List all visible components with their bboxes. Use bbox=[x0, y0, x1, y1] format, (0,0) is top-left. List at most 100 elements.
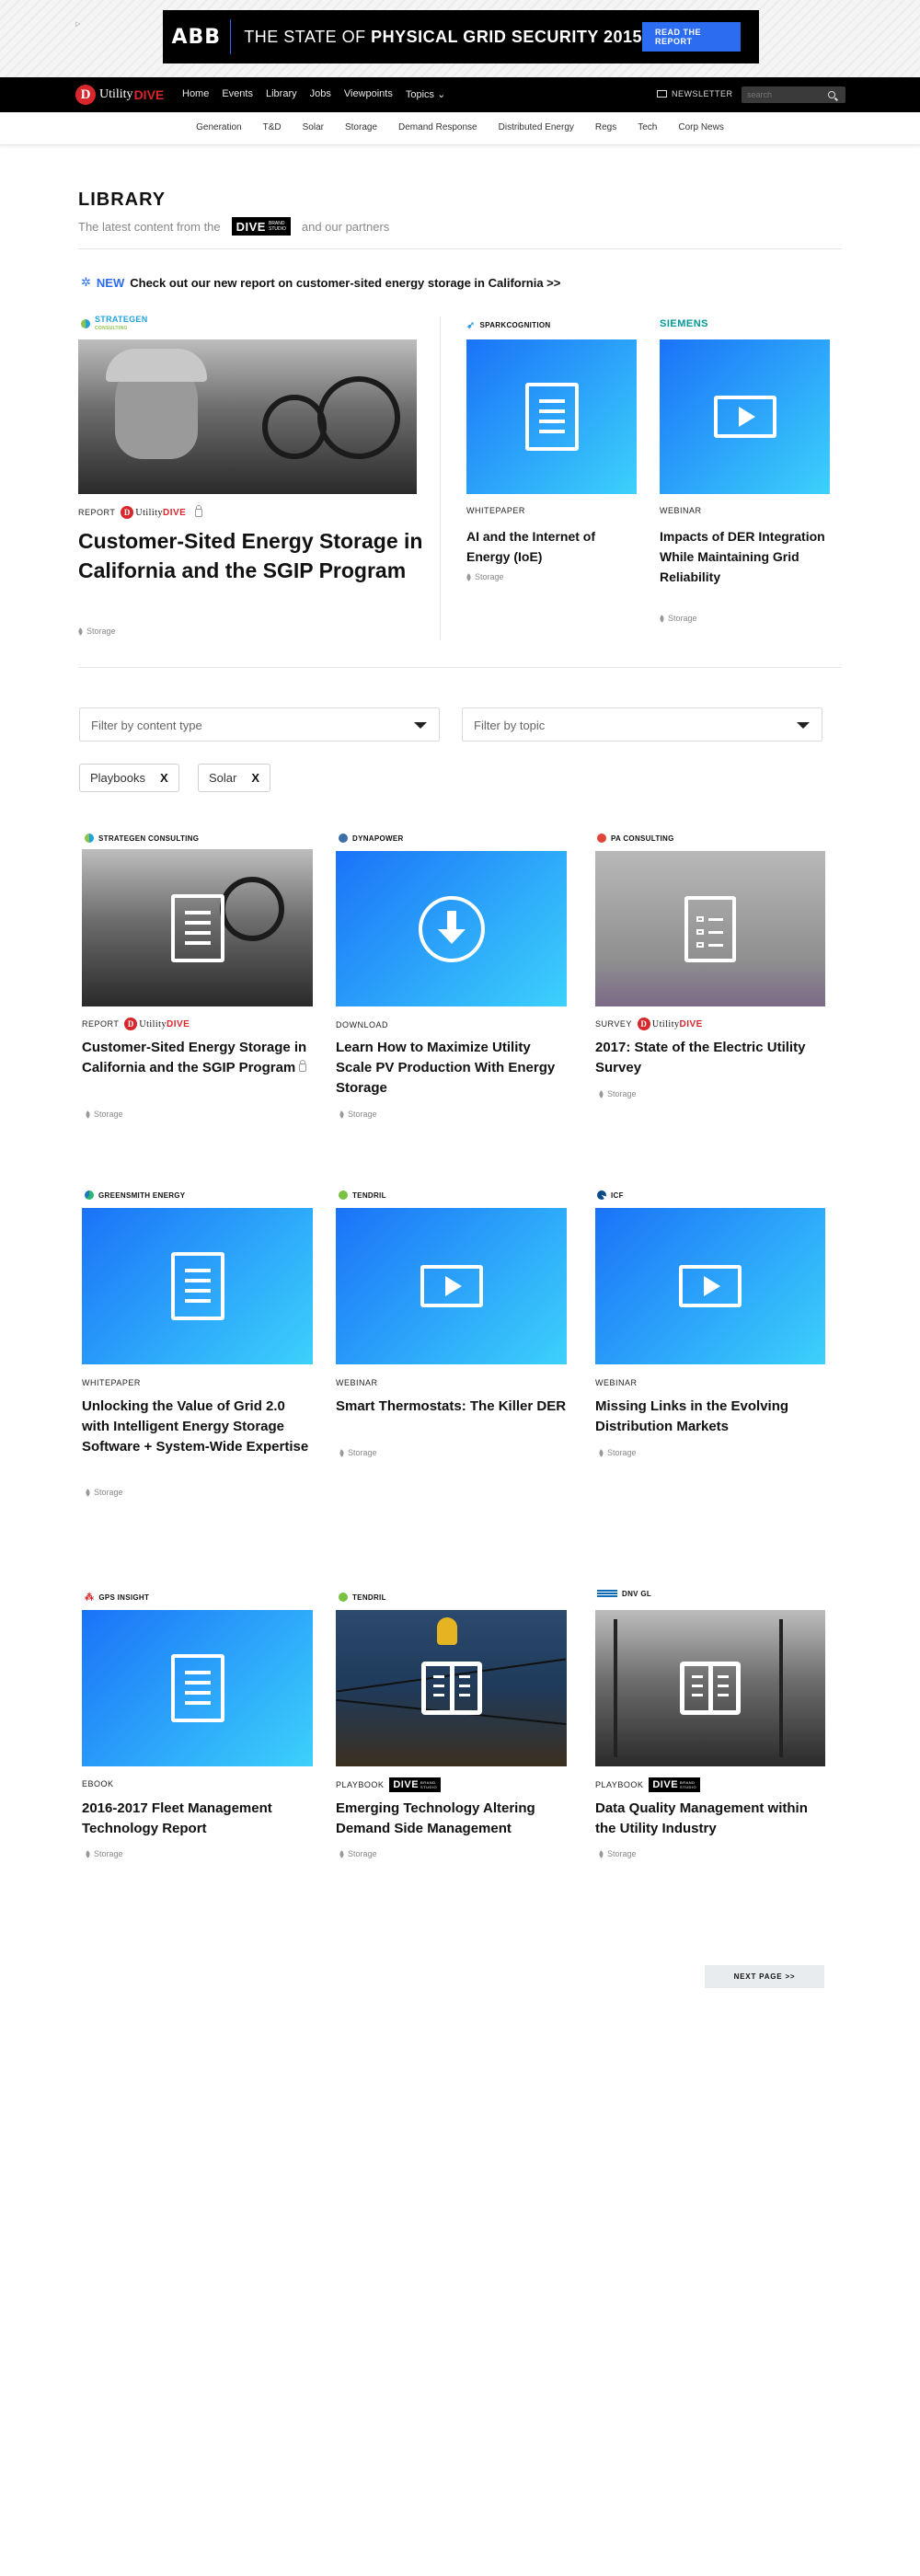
topic-filter[interactable]: Filter by topic bbox=[462, 707, 822, 742]
featured-side-2-title[interactable]: Impacts of DER Integration While Maintai… bbox=[660, 526, 830, 587]
card-image[interactable] bbox=[82, 849, 313, 1006]
card-title[interactable]: Data Quality Management within the Utili… bbox=[595, 1799, 830, 1839]
document-icon bbox=[170, 1252, 224, 1320]
filter-chip-solar[interactable]: Solar X bbox=[198, 764, 271, 792]
featured-side-1-title[interactable]: AI and the Internet of Energy (IoE) bbox=[466, 526, 637, 567]
card-image[interactable] bbox=[595, 851, 825, 1006]
content-type-label: PLAYBOOK DIVE BRAND STUDIO bbox=[595, 1777, 701, 1792]
search-input[interactable] bbox=[742, 90, 824, 99]
strategen-logo-icon bbox=[81, 319, 90, 328]
divider bbox=[78, 667, 842, 668]
featured-side-2-image[interactable] bbox=[660, 339, 830, 494]
leaf-icon bbox=[84, 1849, 92, 1858]
featured-main-image[interactable] bbox=[78, 339, 417, 494]
pa-consulting-logo-icon bbox=[597, 834, 606, 843]
card-image[interactable] bbox=[336, 851, 567, 1006]
topic-tag[interactable]: Storage bbox=[597, 1448, 637, 1457]
subnav-demand-response[interactable]: Demand Response bbox=[398, 122, 477, 132]
ad-banner[interactable]: ABB THE STATE OF PHYSICAL GRID SECURITY … bbox=[163, 10, 759, 63]
topic-tag[interactable]: Storage bbox=[658, 614, 697, 623]
ad-divider bbox=[229, 19, 232, 54]
subnav-regs[interactable]: Regs bbox=[595, 122, 616, 132]
sponsor-icf: ICF bbox=[597, 1190, 624, 1200]
search-icon[interactable] bbox=[828, 91, 835, 98]
card-title[interactable]: Learn How to Maximize Utility Scale PV P… bbox=[336, 1038, 570, 1098]
topic-tag[interactable]: Storage bbox=[338, 1448, 377, 1457]
subnav-distributed-energy[interactable]: Distributed Energy bbox=[499, 122, 574, 132]
content-type-filter[interactable]: Filter by content type bbox=[79, 707, 440, 742]
topic-tag[interactable]: Storage bbox=[597, 1849, 637, 1858]
subnav-storage[interactable]: Storage bbox=[345, 122, 377, 132]
nav-link-jobs[interactable]: Jobs bbox=[310, 88, 331, 100]
card-image[interactable] bbox=[82, 1610, 313, 1766]
topic-tag[interactable]: Storage bbox=[465, 572, 504, 581]
card-image[interactable] bbox=[336, 1208, 567, 1364]
topic-tag[interactable]: Storage bbox=[84, 1849, 123, 1858]
card-title[interactable]: Smart Thermostats: The Killer DER bbox=[336, 1397, 570, 1417]
content-type-label: WEBINAR bbox=[336, 1378, 378, 1387]
topic-tag[interactable]: Storage bbox=[338, 1849, 377, 1858]
document-icon bbox=[170, 893, 224, 962]
next-page-button[interactable]: NEXT PAGE >> bbox=[705, 1965, 824, 1988]
card-image[interactable] bbox=[82, 1208, 313, 1364]
utility-dive-logo[interactable]: D Utility DIVE bbox=[75, 85, 164, 105]
card-image[interactable] bbox=[595, 1208, 825, 1364]
ad-strip: ▷ ABB THE STATE OF PHYSICAL GRID SECURIT… bbox=[0, 0, 920, 77]
card-title[interactable]: Missing Links in the Evolving Distributi… bbox=[595, 1397, 830, 1437]
greensmith-logo-icon bbox=[85, 1190, 94, 1200]
content-type-label: REPORT D Utility DIVE bbox=[82, 1018, 190, 1030]
dive-brand-studio-mini-logo: DIVE BRAND STUDIO bbox=[389, 1777, 442, 1792]
card-title[interactable]: Customer-Sited Energy Storage in Califor… bbox=[82, 1038, 316, 1078]
playbook-icon bbox=[680, 1662, 741, 1715]
chevron-down-icon bbox=[414, 722, 427, 729]
newsletter-link[interactable]: NEWSLETTER bbox=[657, 89, 733, 98]
nav-link-library[interactable]: Library bbox=[266, 88, 297, 100]
topic-tag[interactable]: Storage bbox=[84, 1488, 123, 1497]
subnav-tech[interactable]: Tech bbox=[638, 122, 657, 132]
sponsor-dynapower: DYNAPOWER bbox=[339, 834, 404, 843]
card-title[interactable]: 2016-2017 Fleet Management Technology Re… bbox=[82, 1799, 316, 1839]
leaf-icon bbox=[76, 627, 85, 636]
featured-side-1-image[interactable] bbox=[466, 339, 637, 494]
topic-tag[interactable]: Storage bbox=[597, 1089, 637, 1098]
card-title[interactable]: 2017: State of the Electric Utility Surv… bbox=[595, 1038, 830, 1078]
filter-chip-playbooks[interactable]: Playbooks X bbox=[79, 764, 179, 792]
subnav-td[interactable]: T&D bbox=[263, 122, 282, 132]
strategen-logo-icon bbox=[85, 834, 94, 843]
featured-divider bbox=[440, 316, 441, 640]
nav-link-home[interactable]: Home bbox=[182, 88, 209, 100]
abb-logo: ABB bbox=[171, 25, 222, 49]
ad-choices-icon[interactable]: ▷ bbox=[75, 20, 80, 28]
content-type-label: EBOOK bbox=[82, 1779, 114, 1788]
play-video-icon bbox=[420, 1265, 483, 1307]
card-image[interactable] bbox=[336, 1610, 567, 1766]
sponsor-pa-consulting: PA CONSULTING bbox=[597, 834, 674, 843]
sponsor-tendril: TENDRIL bbox=[339, 1190, 386, 1200]
new-label: NEW bbox=[96, 275, 125, 290]
subnav-corp-news[interactable]: Corp News bbox=[678, 122, 723, 132]
close-icon[interactable]: X bbox=[251, 771, 259, 785]
play-video-icon bbox=[713, 396, 776, 438]
nav-link-events[interactable]: Events bbox=[222, 88, 253, 100]
close-icon[interactable]: X bbox=[160, 771, 168, 785]
featured-main-title[interactable]: Customer-Sited Energy Storage in Califor… bbox=[78, 526, 428, 585]
promo-link[interactable]: Check out our new report on customer-sit… bbox=[130, 276, 560, 290]
logo-d-icon: D bbox=[75, 85, 96, 105]
ad-read-report-button[interactable]: READ THE REPORT bbox=[642, 22, 741, 52]
subnav-solar[interactable]: Solar bbox=[303, 122, 324, 132]
gear-icon: ✲ bbox=[81, 275, 91, 289]
nav-link-viewpoints[interactable]: Viewpoints bbox=[344, 88, 393, 100]
nav-link-topics[interactable]: Topics ⌄ bbox=[406, 88, 445, 100]
subnav-generation[interactable]: Generation bbox=[196, 122, 241, 132]
card-image[interactable] bbox=[595, 1610, 825, 1766]
promo-banner[interactable]: ✲ NEW Check out our new report on custom… bbox=[81, 275, 560, 290]
topic-tag[interactable]: Storage bbox=[84, 1110, 123, 1119]
envelope-icon bbox=[657, 90, 667, 98]
card-title[interactable]: Unlocking the Value of Grid 2.0 with Int… bbox=[82, 1397, 316, 1457]
dive-brand-studio-logo[interactable]: DIVE BRAND STUDIO bbox=[231, 217, 291, 236]
topic-tag[interactable]: Storage bbox=[338, 1110, 377, 1119]
card-title[interactable]: Emerging Technology Altering Demand Side… bbox=[336, 1799, 570, 1839]
page-subtitle: The latest content from the DIVE BRAND ST… bbox=[78, 217, 389, 236]
icf-logo-icon bbox=[597, 1190, 606, 1200]
topic-tag[interactable]: Storage bbox=[76, 627, 116, 636]
